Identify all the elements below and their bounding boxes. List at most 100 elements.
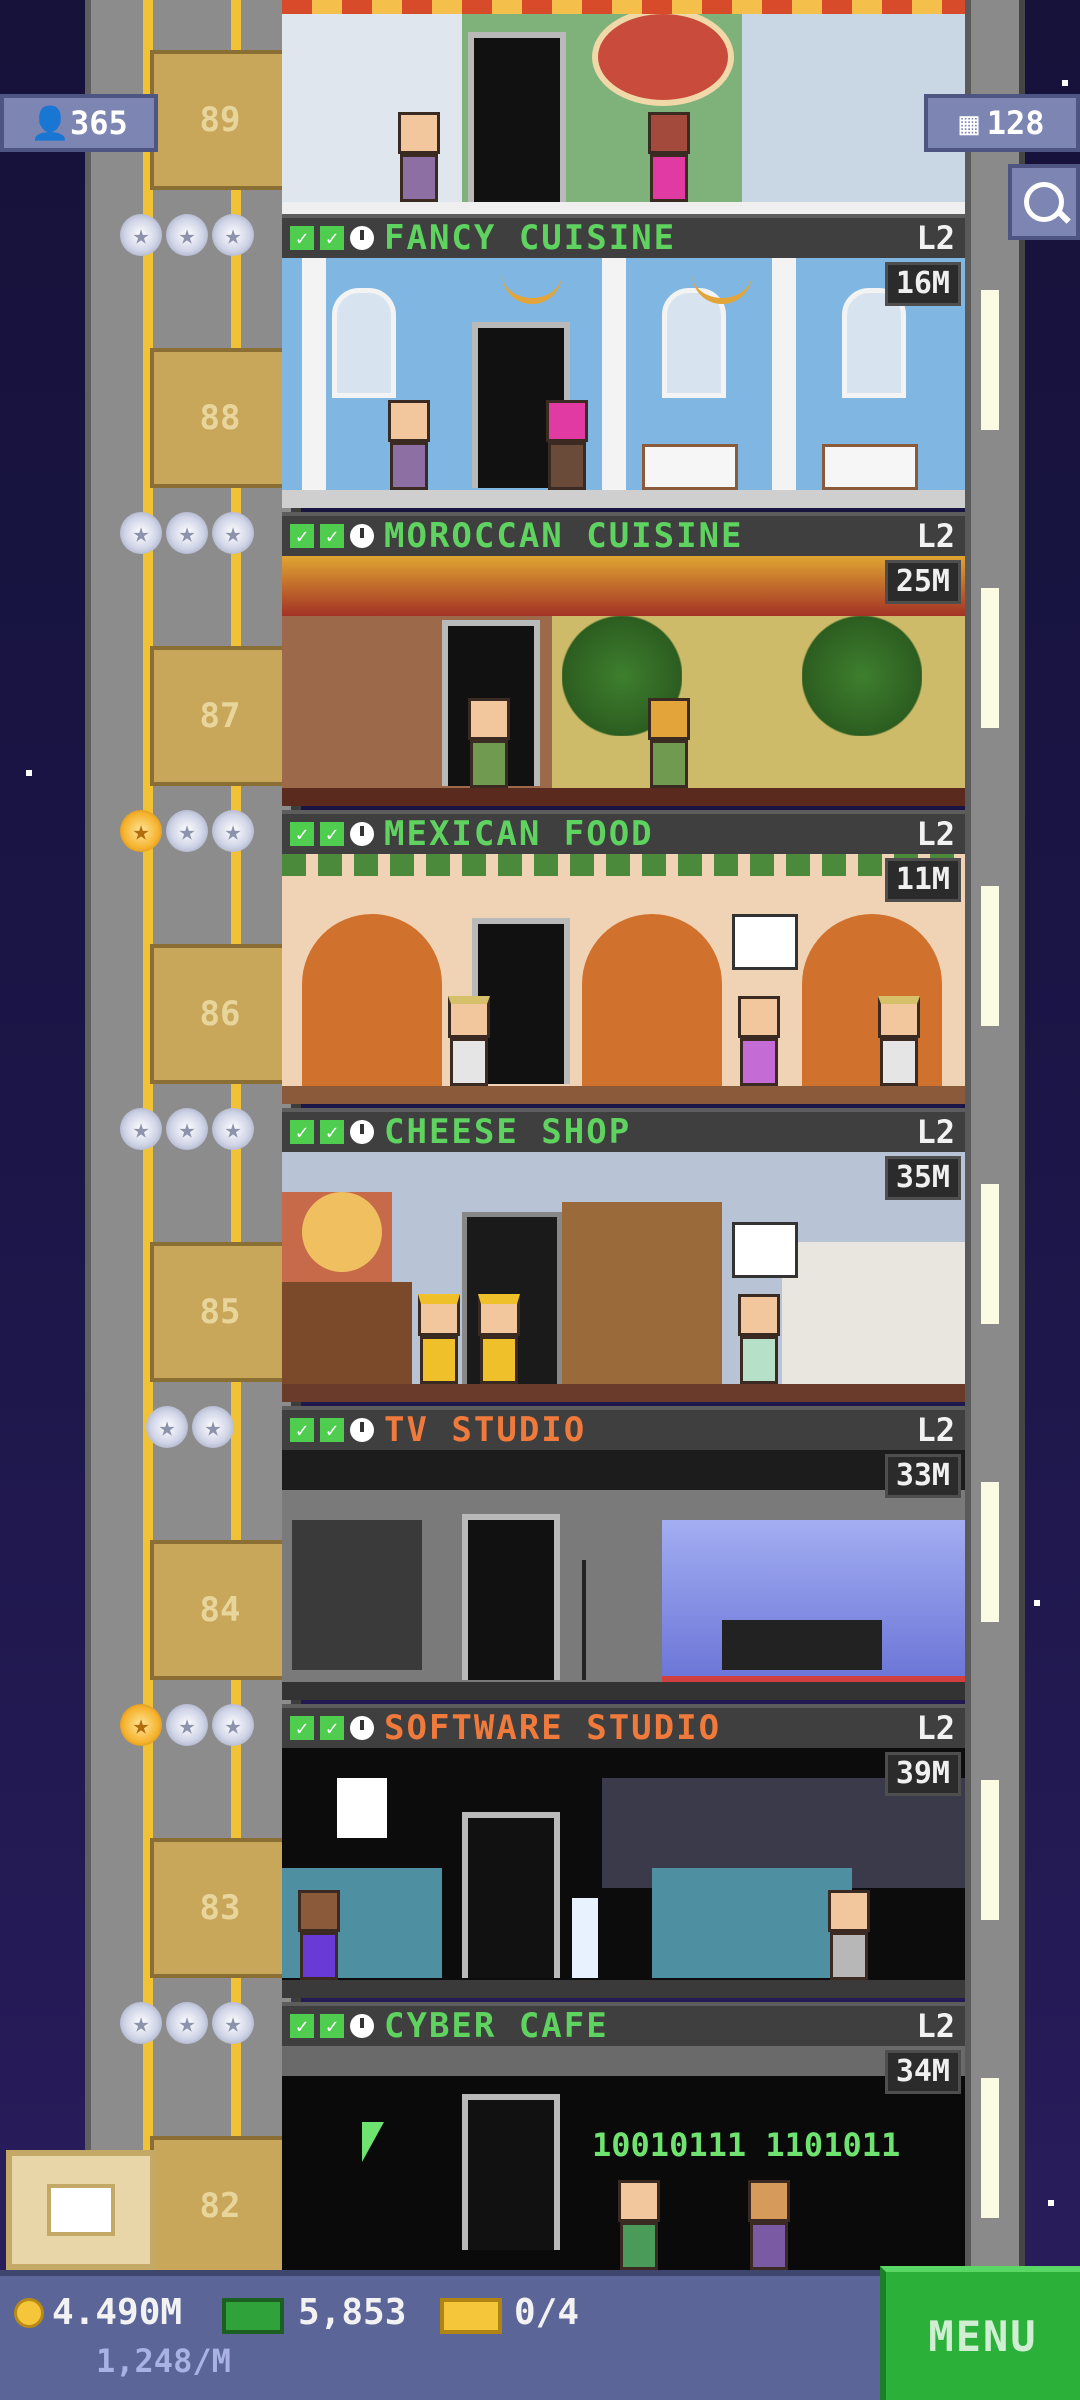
visitor <box>392 112 446 202</box>
floor-87-mexican-food[interactable]: ✓ ✓ MEXICAN FOOD L2 11M <box>282 810 965 1108</box>
menu-button[interactable]: MENU <box>880 2266 1080 2400</box>
staff <box>642 698 696 788</box>
floor-label-bar[interactable]: ✓ ✓ SOFTWARE STUDIO L2 <box>282 1704 965 1748</box>
staff <box>472 1294 526 1384</box>
wall-window <box>981 2078 999 2218</box>
floor-stars: ★ ★ ★ <box>120 2002 254 2050</box>
visitor <box>612 2180 666 2270</box>
visitor <box>732 1294 786 1384</box>
box-icon <box>47 2184 115 2236</box>
check-icon: ✓ <box>320 1716 344 1740</box>
arched-window <box>662 288 726 398</box>
star-icon: ★ <box>120 512 162 554</box>
room-floor <box>282 1384 965 1402</box>
check-icon: ✓ <box>290 1418 314 1442</box>
income-label: 11M <box>884 858 961 902</box>
star-icon: ★ <box>166 810 208 852</box>
income-label: 33M <box>884 1454 961 1498</box>
star-icon: ★ <box>192 1406 234 1448</box>
room-floor <box>282 1682 965 1700</box>
visitor <box>442 996 496 1086</box>
floor-name: MEXICAN FOOD <box>384 814 654 854</box>
star-icon: ★ <box>166 2002 208 2044</box>
gold-star-icon: ★ <box>120 1704 162 1746</box>
check-icon: ✓ <box>320 524 344 548</box>
bux-amount[interactable]: 5,853 <box>298 2292 406 2333</box>
floor-stars: ★ ★ ★ <box>120 512 254 560</box>
floor-level: L2 <box>916 517 955 555</box>
ticket-icon <box>440 2298 502 2334</box>
income-label: 35M <box>884 1156 961 1200</box>
floor-label-bar[interactable]: ✓ ✓ CYBER CAFE L2 <box>282 2002 965 2046</box>
floor-label-bar[interactable]: ✓ ✓ FANCY CUISINE L2 <box>282 214 965 258</box>
star-icon: ★ <box>146 1406 188 1448</box>
room-interior[interactable]: 16M <box>282 258 965 508</box>
background-star <box>1062 80 1068 86</box>
floor-level: L2 <box>916 1113 955 1151</box>
floor-83-cyber-cafe[interactable]: ✓ ✓ CYBER CAFE L2 34M 10010111 1101011 <box>282 2002 965 2270</box>
floor-84-software-studio[interactable]: ✓ ✓ SOFTWARE STUDIO L2 39M <box>282 1704 965 2002</box>
tower-right-wall <box>965 0 1025 2270</box>
star-icon: ★ <box>166 1108 208 1150</box>
floor-number-88: 88 <box>150 348 290 488</box>
thought-bubble[interactable] <box>732 914 798 970</box>
room-floor <box>282 1086 965 1104</box>
staff <box>642 112 696 202</box>
income-label: 39M <box>884 1752 961 1796</box>
check-icon: ✓ <box>320 2014 344 2038</box>
income-label: 25M <box>884 560 961 604</box>
tickets-count[interactable]: 0/4 <box>514 2292 579 2333</box>
floor-85-tv-studio[interactable]: ✓ ✓ TV STUDIO L2 33M <box>282 1406 965 1704</box>
floor-name: FANCY CUISINE <box>384 218 677 258</box>
wall-window <box>981 1184 999 1324</box>
wall-window <box>981 290 999 430</box>
clock-icon <box>350 822 374 846</box>
room-door <box>462 2094 560 2250</box>
search-button[interactable] <box>1008 164 1080 240</box>
room-interior[interactable]: 35M <box>282 1152 965 1402</box>
cursor-icon <box>362 2122 384 2162</box>
background-star <box>1034 1600 1040 1606</box>
staff <box>872 996 926 1086</box>
coins-per-minute: 1,248/M <box>96 2342 231 2380</box>
floor-number-86: 86 <box>150 944 290 1084</box>
room-interior[interactable]: 34M 10010111 1101011 <box>282 2046 965 2270</box>
floor-stars: ★ ★ ★ <box>120 1704 254 1752</box>
floor-label-bar[interactable]: ✓ ✓ MOROCCAN CUISINE L2 <box>282 512 965 556</box>
room-interior[interactable]: 33M <box>282 1450 965 1700</box>
room-interior[interactable]: 11M <box>282 854 965 1104</box>
floor-88-moroccan-cuisine[interactable]: ✓ ✓ MOROCCAN CUISINE L2 25M <box>282 512 965 810</box>
bitbook-button[interactable] <box>6 2150 156 2270</box>
room-interior[interactable]: 25M <box>282 556 965 806</box>
population-count: 365 <box>70 104 128 142</box>
rooms-badge[interactable]: ▦ 128 <box>924 94 1080 152</box>
floor-label-bar[interactable]: ✓ ✓ TV STUDIO L2 <box>282 1406 965 1450</box>
floor-number-84: 84 <box>150 1540 290 1680</box>
thought-bubble[interactable] <box>732 1222 798 1278</box>
floor-86-cheese-shop[interactable]: ✓ ✓ CHEESE SHOP L2 35M <box>282 1108 965 1406</box>
coins-amount[interactable]: 4.490M <box>52 2292 182 2333</box>
binary-display: 10010111 1101011 <box>592 2126 901 2164</box>
clock-icon <box>350 1418 374 1442</box>
star-icon: ★ <box>120 214 162 256</box>
star-icon: ★ <box>166 1704 208 1746</box>
floor-stars: ★ ★ ★ <box>120 214 254 262</box>
staff <box>412 1294 466 1384</box>
floor-89-fancy-cuisine[interactable]: ✓ ✓ FANCY CUISINE L2 16M <box>282 214 965 512</box>
population-badge[interactable]: 👤 365 <box>0 94 158 152</box>
room-interior[interactable]: 39M <box>282 1748 965 1998</box>
star-icon: ★ <box>212 1108 254 1150</box>
check-icon: ✓ <box>290 822 314 846</box>
floor-90-room[interactable] <box>282 0 965 214</box>
floor-label-bar[interactable]: ✓ ✓ CHEESE SHOP L2 <box>282 1108 965 1152</box>
income-label: 34M <box>884 2050 961 2094</box>
wall-window <box>981 886 999 1026</box>
floor-label-bar[interactable]: ✓ ✓ MEXICAN FOOD L2 <box>282 810 965 854</box>
dining-table <box>642 444 738 490</box>
check-icon: ✓ <box>320 822 344 846</box>
check-icon: ✓ <box>320 226 344 250</box>
star-icon: ★ <box>120 2002 162 2044</box>
water-cooler <box>572 1898 598 1978</box>
floor-number-83: 83 <box>150 1838 290 1978</box>
room-door <box>462 1812 560 1978</box>
